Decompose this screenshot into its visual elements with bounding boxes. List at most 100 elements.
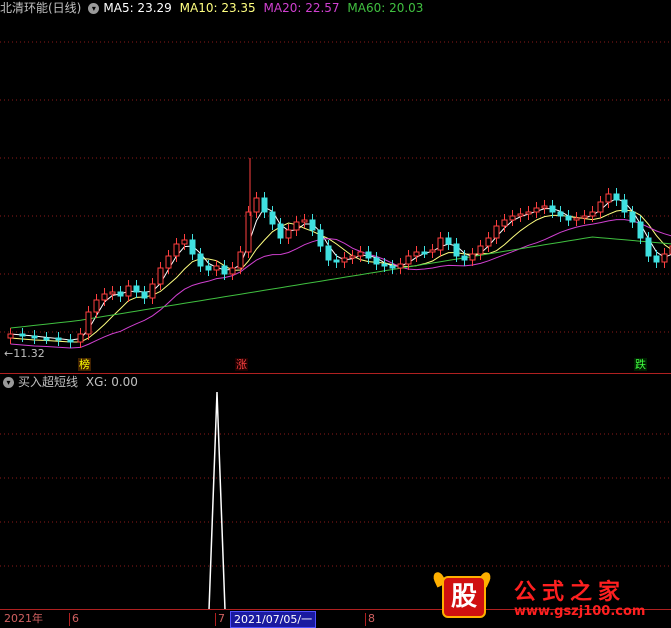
candle-body bbox=[182, 240, 187, 244]
logo-url: www.gszj100.com bbox=[514, 604, 645, 619]
low-price-label: ←11.32 bbox=[4, 347, 45, 360]
x-tick-year: 2021年 bbox=[4, 611, 43, 627]
candle-body bbox=[150, 284, 155, 298]
marker-bang: 榜 bbox=[78, 358, 91, 371]
candle-body bbox=[566, 216, 571, 220]
stock-name: 北清环能(日线) bbox=[0, 1, 81, 15]
candle-body bbox=[94, 300, 99, 312]
candle-body bbox=[318, 230, 323, 246]
candle-body bbox=[254, 198, 259, 212]
candle-body bbox=[158, 268, 163, 284]
logo-name: 公式之家 bbox=[514, 574, 626, 606]
candle-body bbox=[56, 338, 61, 340]
candle-body bbox=[614, 194, 619, 200]
ma60-line bbox=[11, 237, 671, 328]
candle-body bbox=[222, 266, 227, 274]
candle-body bbox=[238, 252, 243, 268]
x-tick-7: 7 bbox=[218, 611, 225, 627]
candle-body bbox=[454, 244, 459, 256]
candle-body bbox=[438, 238, 443, 250]
candle-body bbox=[20, 334, 25, 336]
candle-body bbox=[142, 292, 147, 298]
candle-body bbox=[430, 250, 435, 252]
candle-body bbox=[86, 312, 91, 334]
candle-body bbox=[622, 200, 627, 212]
candle-body bbox=[230, 268, 235, 274]
xg-value: XG: 0.00 bbox=[86, 375, 138, 389]
candle-body bbox=[366, 252, 371, 258]
x-tick-8: 8 bbox=[368, 611, 375, 627]
candle-body bbox=[334, 260, 339, 262]
ma20-line bbox=[11, 220, 671, 348]
sub-settings-circle-icon[interactable]: ▾ bbox=[3, 377, 14, 388]
marker-zhang: 涨 bbox=[235, 358, 248, 371]
candle-body bbox=[134, 286, 139, 292]
settings-circle-icon[interactable]: ▾ bbox=[88, 3, 99, 14]
candle-body bbox=[662, 254, 667, 262]
marker-die: 跌 bbox=[634, 358, 647, 371]
candle-body bbox=[246, 212, 251, 252]
candle-body bbox=[638, 222, 643, 238]
candle-body bbox=[8, 334, 13, 338]
x-tick-6: 6 bbox=[72, 611, 79, 627]
candle-body bbox=[526, 212, 531, 214]
candle-body bbox=[190, 240, 195, 254]
logo-gu-icon: 股 bbox=[442, 576, 486, 618]
candle-body bbox=[550, 206, 555, 212]
candle-body bbox=[78, 334, 83, 342]
candle-body bbox=[358, 252, 363, 256]
candle-body bbox=[462, 256, 467, 260]
candle-body bbox=[262, 198, 267, 212]
candle-body bbox=[214, 266, 219, 270]
candle-body bbox=[654, 256, 659, 262]
candle-body bbox=[350, 256, 355, 258]
candle-body bbox=[68, 340, 73, 342]
candle-body bbox=[590, 212, 595, 216]
ma10-label: MA10: 23.35 bbox=[180, 1, 256, 15]
candle-body bbox=[382, 264, 387, 266]
sub-panel-title: 买入超短线 bbox=[18, 375, 78, 389]
candle-body bbox=[166, 256, 171, 268]
candle-body bbox=[102, 294, 107, 300]
candle-body bbox=[486, 238, 491, 246]
candle-body bbox=[302, 220, 307, 222]
candle-body bbox=[374, 258, 379, 264]
candle-body bbox=[494, 226, 499, 238]
candle-body bbox=[446, 238, 451, 244]
candle-body bbox=[32, 336, 37, 338]
candle-body bbox=[502, 220, 507, 226]
main-panel-header: 北清环能(日线)▾MA5: 23.29 MA10: 23.35 MA20: 22… bbox=[0, 0, 427, 16]
candle-body bbox=[582, 216, 587, 218]
candle-body bbox=[326, 246, 331, 260]
candle-body bbox=[342, 258, 347, 262]
candle-body bbox=[510, 216, 515, 220]
candle-body bbox=[630, 212, 635, 222]
candle-body bbox=[398, 264, 403, 268]
candle-body bbox=[390, 266, 395, 268]
candle-body bbox=[606, 194, 611, 202]
cursor-date-box: 2021/07/05/一 bbox=[230, 611, 316, 628]
candle-body bbox=[310, 220, 315, 230]
ma60-label: MA60: 20.03 bbox=[347, 1, 423, 15]
candle-body bbox=[646, 238, 651, 256]
candle-body bbox=[270, 212, 275, 224]
candle-body bbox=[126, 286, 131, 296]
candlestick-chart[interactable] bbox=[0, 16, 671, 373]
ma20-label: MA20: 22.57 bbox=[264, 1, 340, 15]
candle-body bbox=[542, 206, 547, 208]
candle-body bbox=[470, 254, 475, 260]
xg-signal-spike bbox=[209, 392, 225, 610]
candle-body bbox=[478, 246, 483, 254]
candle-body bbox=[598, 202, 603, 212]
candle-body bbox=[422, 252, 427, 254]
candle-body bbox=[278, 224, 283, 238]
candle-body bbox=[206, 266, 211, 270]
candle-body bbox=[174, 244, 179, 256]
candle-body bbox=[118, 292, 123, 296]
watermark-logo: 股 公式之家 www.gszj100.com bbox=[426, 572, 671, 627]
ma10-line bbox=[11, 210, 671, 342]
sub-panel-header: ▾ 买入超短线 XG: 0.00 bbox=[0, 374, 142, 390]
candle-body bbox=[518, 214, 523, 216]
candle-body bbox=[406, 256, 411, 264]
candle-body bbox=[574, 218, 579, 220]
